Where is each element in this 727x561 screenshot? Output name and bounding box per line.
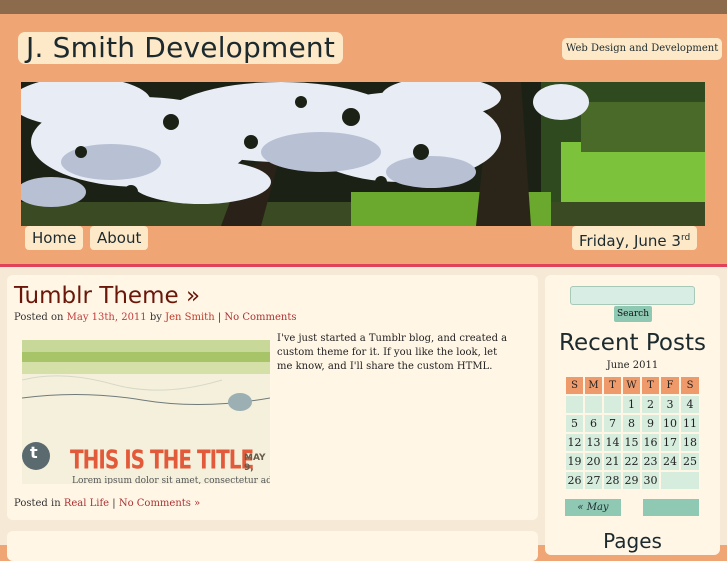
weekday-header: T: [642, 377, 659, 394]
post-date-link[interactable]: May 13th, 2011: [67, 312, 147, 323]
calendar-day: 10: [661, 415, 679, 432]
calendar-day: 26: [566, 472, 583, 489]
top-bar: [0, 0, 727, 14]
calendar-day: 18: [681, 434, 699, 451]
calendar-day: 20: [585, 453, 602, 470]
calendar-empty-cell: [566, 396, 583, 413]
nav-home-button[interactable]: Home: [25, 226, 84, 250]
next-post-card: [7, 531, 538, 561]
calendar-day: 13: [585, 434, 602, 451]
calendar-day: 6: [585, 415, 602, 432]
by-label: by: [149, 312, 162, 323]
sidebar: Search Recent Posts June 2011 S M T W T …: [545, 275, 720, 555]
calendar-next-month-cell: [643, 499, 699, 516]
calendar-day: 24: [661, 453, 679, 470]
weekday-header: S: [566, 377, 583, 394]
thumbnail-lorem-text: Lorem ipsum dolor sit amet, consectetur …: [72, 476, 270, 484]
posted-in-label: Posted in: [14, 498, 61, 509]
post-author-link[interactable]: Jen Smith: [165, 312, 215, 323]
meta-separator: |: [217, 312, 222, 323]
calendar-day: 27: [585, 472, 602, 489]
calendar-day: 5: [566, 415, 583, 432]
post-title-link[interactable]: Tumblr Theme »: [14, 283, 200, 309]
calendar-day: 23: [642, 453, 659, 470]
weekday-header: F: [661, 377, 679, 394]
calendar-day: 16: [642, 434, 659, 451]
post-meta: Posted on May 13th, 2011 by Jen Smith | …: [14, 312, 297, 323]
calendar-day: 19: [566, 453, 583, 470]
weekday-header: M: [585, 377, 602, 394]
calendar-day: 25: [681, 453, 699, 470]
pages-heading: Pages: [603, 529, 662, 553]
calendar-day: 15: [623, 434, 640, 451]
thumbnail-badge-letter: t: [30, 443, 38, 462]
calendar-table: S M T W T F S 1 2 3 4 5 6 7 8 9 10 11 12…: [564, 375, 701, 491]
post-card: Tumblr Theme » Posted on May 13th, 2011 …: [7, 275, 538, 520]
site-title[interactable]: J. Smith Development: [18, 32, 344, 64]
footer-comments-link[interactable]: No Comments »: [119, 498, 200, 509]
calendar-caption: June 2011: [606, 360, 659, 371]
calendar-day: 17: [661, 434, 679, 451]
header-banner-image: [21, 82, 705, 226]
calendar-empty-cell: [585, 396, 602, 413]
footer-separator: |: [112, 498, 116, 509]
post-comments-link[interactable]: No Comments: [224, 312, 296, 323]
post-thumbnail-image[interactable]: t THIS IS THE TITLE MAY 9, Lorem ipsum d…: [22, 340, 270, 484]
calendar-day: 22: [623, 453, 640, 470]
category-link[interactable]: Real Life: [64, 498, 109, 509]
post-footer: Posted in Real Life | No Comments »: [14, 498, 200, 509]
calendar-prev-month-link[interactable]: « May: [565, 499, 621, 516]
calendar-day: 30: [642, 472, 659, 489]
site-tagline: Web Design and Development: [562, 38, 723, 60]
calendar-day: 8: [623, 415, 640, 432]
thumbnail-title-text: THIS IS THE TITLE: [70, 444, 254, 476]
weekday-header: S: [681, 377, 699, 394]
calendar-day: 12: [566, 434, 583, 451]
date-main: Friday, June 3: [579, 232, 681, 250]
current-date: Friday, June 3rd: [572, 226, 698, 250]
weekday-header: W: [623, 377, 640, 394]
weekday-header: T: [604, 377, 621, 394]
calendar-day: 4: [681, 396, 699, 413]
post-excerpt: I've just started a Tumblr blog, and cre…: [277, 333, 508, 372]
calendar-day: 28: [604, 472, 621, 489]
calendar-day: 9: [642, 415, 659, 432]
calendar-day: 2: [642, 396, 659, 413]
calendar-day: 21: [604, 453, 621, 470]
nav-about-button[interactable]: About: [90, 226, 149, 250]
calendar-empty-cell: [604, 396, 621, 413]
date-suffix: rd: [680, 233, 691, 243]
thumbnail-date-text: MAY 9,: [244, 453, 266, 473]
posted-on-label: Posted on: [14, 312, 64, 323]
recent-posts-heading: Recent Posts: [559, 330, 706, 356]
calendar-day: 29: [623, 472, 640, 489]
calendar-day: 14: [604, 434, 621, 451]
calendar-day: 3: [661, 396, 679, 413]
calendar-empty-cell: [661, 472, 699, 489]
calendar-day: 7: [604, 415, 621, 432]
site-header: J. Smith Development Web Design and Deve…: [0, 14, 727, 265]
search-button[interactable]: Search: [614, 306, 652, 322]
calendar-day: 1: [623, 396, 640, 413]
search-input[interactable]: [570, 286, 695, 305]
calendar-day: 11: [681, 415, 699, 432]
cherry-blossom-image: [21, 82, 705, 226]
